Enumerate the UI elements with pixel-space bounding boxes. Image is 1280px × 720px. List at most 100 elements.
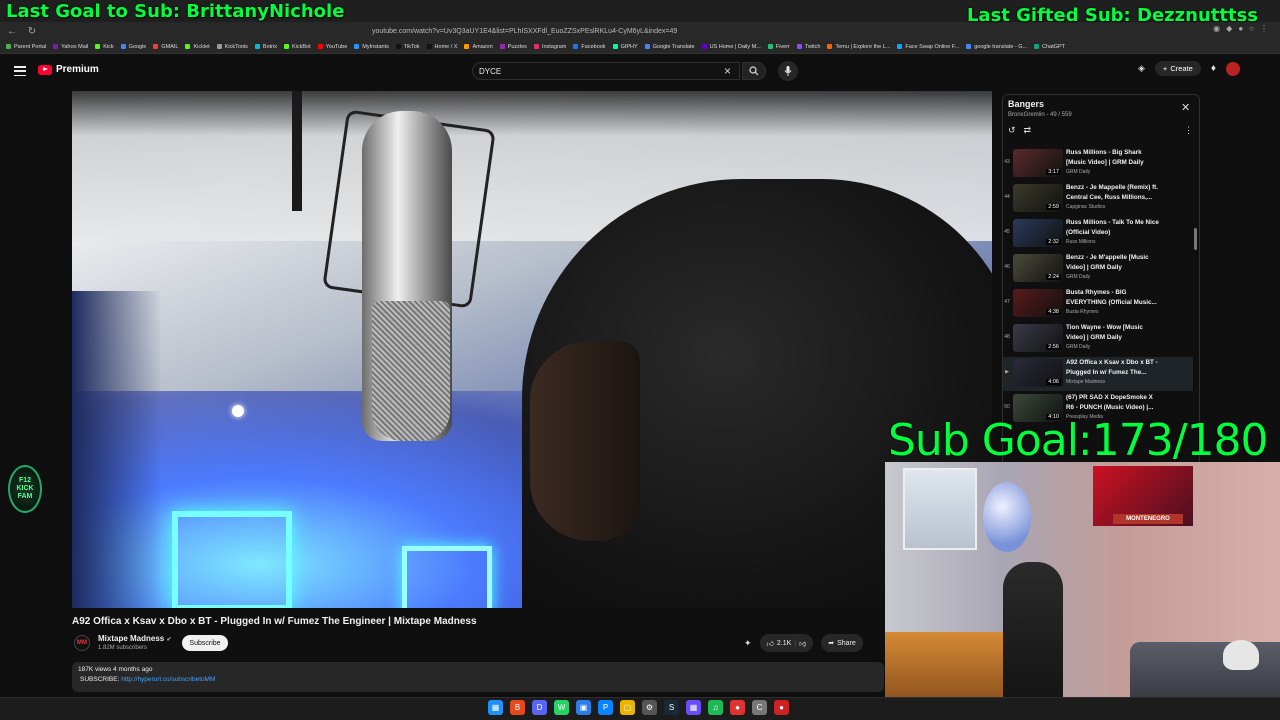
bookmark-item[interactable]: Fiverr [767,44,790,50]
notifications-bell-icon[interactable]: ♦ [1211,63,1216,74]
bookmark-item[interactable]: Home / X [426,44,457,50]
clear-search-icon[interactable]: × [724,64,731,78]
reload-icon[interactable]: ↻ [24,23,40,39]
maps-pin-icon[interactable]: ● [730,700,745,715]
youtube-logo[interactable]: Premium [38,64,99,75]
search-input[interactable]: DYCE [472,62,740,80]
bookmark-label: US Home | Daily M... [709,43,761,50]
bookmark-favicon-icon [216,44,222,49]
playlist-item[interactable]: 44 2:59 Benzz - Je Mappelle (Remix) ft. Ce… [1003,182,1193,216]
playlist-item[interactable]: ▶ 4:06 A92 Offica x Ksav x Dbo x BT - Plug… [1003,357,1193,391]
wall-banner: MONTENEGRO [1113,514,1183,524]
bookmark-label: google translate - G... [974,43,1028,50]
cast-icon[interactable]: ◈ [1138,63,1145,74]
bookmark-favicon-icon [6,44,11,49]
bookmark-item[interactable]: Temu | Explore the L... [827,44,890,50]
bookmark-label: Temu | Explore the L... [835,43,891,50]
subscribe-button[interactable]: Subscribe [182,635,228,651]
account-avatar[interactable] [1225,61,1240,76]
playlist-item[interactable]: 45 2:32 Russ Millions - Talk To Me Nice (O… [1003,217,1193,251]
bookmark-item[interactable]: Kick [95,44,114,50]
share-button[interactable]: ➦ Share [821,634,863,652]
bookmark-item[interactable]: YouTube [317,44,347,50]
playlist-item-title: Busta Rhymes - BIG EVERYTHING (Official … [1066,289,1157,306]
bookmark-item[interactable]: Facebook [573,44,606,50]
bookmark-item[interactable]: Instagram [533,44,566,50]
bookmark-favicon-icon [827,44,833,49]
chrome-icon[interactable]: C [752,700,767,715]
video-player[interactable] [72,91,992,608]
calendar-icon[interactable]: ▣ [576,700,591,715]
spotify-icon[interactable]: ♫ [708,700,723,715]
url-text: youtube.com/watch?v=Uv3Q3aUY1E4&list=PLh… [372,27,678,35]
shuffle-icon[interactable]: ⇄ [1024,125,1032,136]
bookmark-item[interactable]: google translate - G... [966,44,1027,50]
bookmark-item[interactable]: MyInstants [354,44,389,50]
settings-icon[interactable]: ⚙ [642,700,657,715]
bookmark-item[interactable]: KickTools [216,44,248,50]
search-button[interactable] [742,62,766,80]
bookmark-item[interactable]: ChatGPT [1034,44,1065,50]
create-button[interactable]: + Create [1154,61,1201,76]
bookmark-item[interactable]: Botrix [254,44,277,50]
channel-name[interactable]: Mixtape Madness ✔ [98,634,172,643]
bookmark-item[interactable]: Kicklet [185,44,210,50]
bookmark-item[interactable]: Google [120,44,146,50]
sparkle-icon[interactable]: ✦ [744,638,752,649]
youtube-logo-text: Premium [56,64,99,75]
menu-dots-icon[interactable]: ⋮ [1260,24,1268,33]
bookmark-item[interactable]: Parent Portal [6,44,46,50]
playlist-item[interactable]: 46 2:24 Benzz - Je M'appelle [Music Video]… [1003,252,1193,286]
whatsapp-icon[interactable]: W [554,700,569,715]
playlist-item-index: 48 [1004,334,1010,340]
channel-avatar[interactable]: MM [74,635,90,651]
back-icon[interactable]: ← [4,23,20,39]
voice-search-button[interactable] [778,61,798,81]
folder-icon[interactable]: ▢ [620,700,635,715]
address-bar[interactable]: youtube.com/watch?v=Uv3Q3aUY1E4&list=PLh… [372,24,912,38]
bookmark-item[interactable]: Face Swap Online F... [897,44,959,50]
playlist-item-channel: Busta Rhymes [1066,309,1099,315]
header-actions: ◈ + Create ♦ [1138,61,1240,76]
playlist-item-channel: GRM Daily [1066,169,1091,175]
playlist-item-index: 46 [1004,264,1010,270]
bookmark-item[interactable]: GMAIL [153,44,178,50]
windows-start-icon[interactable]: ▦ [488,700,503,715]
bookmark-favicon-icon [120,44,126,49]
dislike-icon[interactable]: 👎︎ [799,639,806,648]
playlist-item[interactable]: 43 3:17 Russ Millions - Big Shark [Music V… [1003,147,1193,181]
bookmark-favicon-icon [1034,44,1040,49]
subscribe-link[interactable]: http://hyperurl.co/subscribetoMM [121,676,215,683]
bookmark-item[interactable]: Amazon [464,44,493,50]
video-actions: ✦ 👍︎ 2.1K | 👎︎ ➦ Share [744,634,863,652]
like-icon[interactable]: 👍︎ [767,639,774,648]
playlist-subtitle: BronxGremlin - 49 / 559 [1008,112,1072,118]
bookmark-item[interactable]: GIPHY [612,44,638,50]
bookmark-item[interactable]: Yahoo Mail [53,44,88,50]
studio-light [232,405,244,417]
loop-icon[interactable]: ↺ [1008,125,1016,136]
bookmark-favicon-icon [464,44,470,49]
pin-icon[interactable]: ● [774,700,789,715]
bookmark-item[interactable]: KickBot [283,44,311,50]
bookmark-item[interactable]: Google Translate [644,44,695,50]
photos-icon[interactable]: P [598,700,613,715]
playlist-item[interactable]: 47 4:38 Busta Rhymes - BIG EVERYTHING (Off… [1003,287,1193,321]
brave-browser-icon[interactable]: B [510,700,525,715]
bookmark-item[interactable]: Puzzles [499,44,527,50]
more-options-icon[interactable]: ⋮ [1184,125,1193,136]
close-icon[interactable]: ✕ [1181,101,1190,114]
playlist-scrollbar[interactable] [1194,228,1197,250]
bookmark-item[interactable]: TikTok [395,44,420,50]
playlist-duration: 2:59 [1046,204,1061,210]
hamburger-menu-icon[interactable] [14,66,26,76]
discord-icon[interactable]: D [532,700,547,715]
last-gifted-overlay: Last Gifted Sub: Dezznutttss [966,5,1258,26]
bookmark-item[interactable]: Twitch [796,44,820,50]
create-label: Create [1170,64,1193,73]
app-grid-icon[interactable]: ▦ [686,700,701,715]
bookmark-item[interactable]: US Home | Daily M... [701,43,761,50]
playlist-item[interactable]: 48 2:56 Tion Wayne - Wow [Music Video] | G… [1003,322,1193,356]
playlist-item-title: (67) PR SAD X DopeSmoke X R6 - PUNCH (Mu… [1066,394,1154,411]
steam-icon[interactable]: S [664,700,679,715]
